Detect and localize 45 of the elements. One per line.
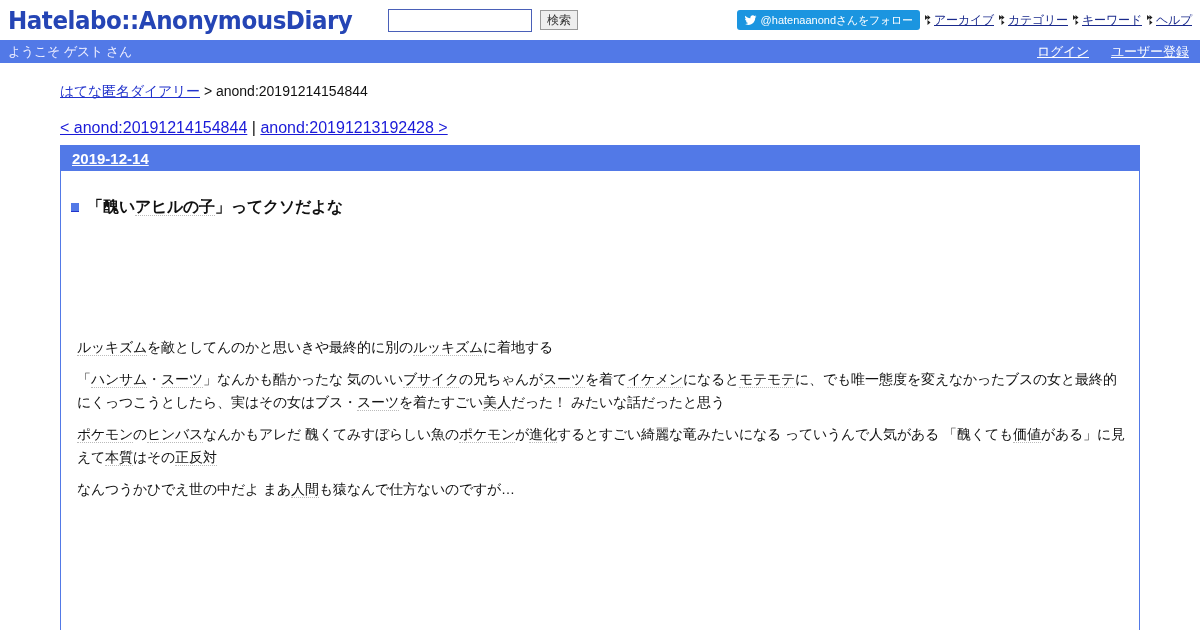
welcome-text: ようこそ ゲスト さん [8,42,133,61]
user-link[interactable]: ログイン [1037,42,1089,61]
nav-link[interactable]: ヘルプ [1156,11,1192,29]
keyword-link[interactable]: イケメン [626,371,683,388]
nav-link[interactable]: キーワード [1082,11,1142,29]
search-button[interactable]: 検索 [540,10,579,30]
keyword-link[interactable]: ハンサム [91,371,147,388]
pager-separator: | [251,119,256,136]
chevron-icon [1147,15,1153,25]
site-logo[interactable]: Hatelabo::AnonymousDiary [8,5,353,35]
body-paragraph: ポケモンのヒンバス なんかもアレだ 醜くてみすぼらしい魚のポケモンが進化するとすごい綺麗な竜みたいになる っていうんで人気がある 「醜くても価値がある」に見えて本質はその正反対 [77,425,1125,468]
keyword-link[interactable]: アヒルの子 [135,198,215,216]
keyword-link[interactable]: 本質 [105,449,133,466]
keyword-link[interactable]: モテモテ [738,371,795,388]
date-link[interactable]: 2019-12-14 [72,150,149,167]
keyword-link[interactable]: 人間 [290,481,319,498]
breadcrumb-current: > anond:20191214154844 [203,83,368,99]
search-field[interactable] [388,8,533,32]
nav-link[interactable]: アーカイブ [934,11,994,29]
chevron-icon [999,15,1005,25]
keyword-link[interactable]: スーツ [161,371,203,388]
previous-link[interactable]: < anond:20191214154844 [60,119,248,136]
breadcrumb-link[interactable]: はてな匿名ダイアリー [60,83,200,99]
entry-title: 「醜いアヒルの子」ってクソだよな [87,197,343,218]
body-paragraph: なんつうかひでえ世の中だよ まあ人間 も猿なんで仕方ないのですが… [77,480,516,500]
bird-icon [743,13,757,27]
next-link[interactable]: anond:20191213192428 > [260,119,448,136]
keyword-link[interactable]: ヒンバス [147,426,203,443]
body-paragraph: ルッキズムを敵としてんのかと思いきや最終的に別のルッキズムに着地する [77,338,554,358]
keyword-link[interactable]: ルッキズム [413,339,483,356]
keyword-link[interactable]: 美人 [483,394,511,411]
keyword-link[interactable]: スーツ [357,394,399,411]
keyword-link[interactable]: スーツ [542,371,585,388]
keyword-link[interactable]: 価値 [1012,426,1041,443]
body-paragraph: 「ハンサム・スーツ」なんかも酷かったな 気のいいブサイクの兄ちゃんがスーツを着て イケメンになると モテモテに、でも唯一態度を変えなかったブスの女と最終的にくっつこうとしたら、実はその女はブス・スーツを着たすごい美人だった！ みたいな話だったと思う [77,370,1118,413]
user-link[interactable]: ユーザー登録 [1111,42,1189,61]
keyword-link[interactable]: 進化 [528,426,557,443]
chevron-icon [925,15,931,25]
chevron-icon [1073,15,1079,25]
keyword-link[interactable]: ブサイク [402,371,459,388]
keyword-link[interactable]: ポケモン [77,426,133,443]
keyword-link[interactable]: 正反対 [175,449,217,466]
keyword-link[interactable]: ルッキズム [77,339,147,356]
keyword-link[interactable]: ポケモン [458,426,515,443]
nav-link[interactable]: カテゴリー [1008,11,1068,29]
